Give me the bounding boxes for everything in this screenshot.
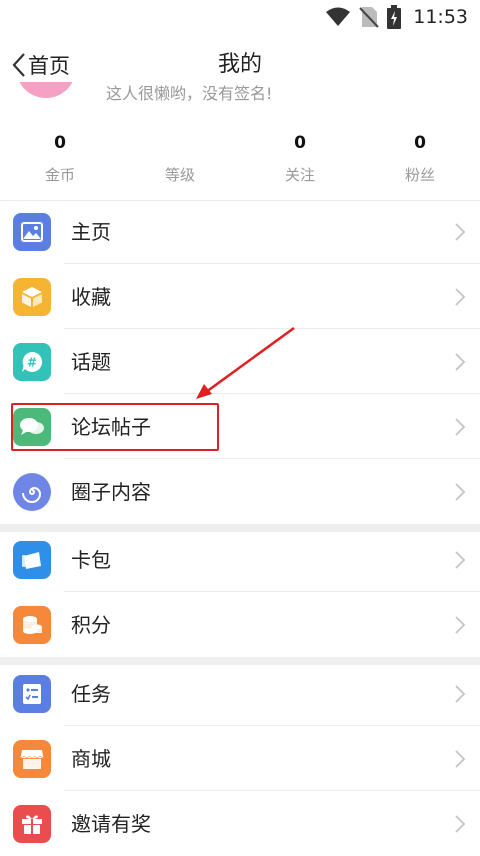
profile-section: 这人很懒哟，没有签名! <box>0 82 480 110</box>
chevron-right-icon <box>455 815 466 833</box>
gift-icon <box>13 805 51 843</box>
divider <box>64 790 480 791</box>
stat-coins[interactable]: 0 金币 <box>0 130 120 200</box>
menu-item-mall[interactable]: 商城 <box>0 727 480 791</box>
chevron-right-icon <box>455 750 466 768</box>
menu-item-homepage[interactable]: 主页 <box>0 200 480 264</box>
checklist-icon <box>13 675 51 713</box>
divider <box>64 591 480 592</box>
svg-text:#: # <box>27 356 37 370</box>
divider <box>64 263 480 264</box>
menu-item-tasks[interactable]: 任务 <box>0 662 480 726</box>
hashtag-bubble-icon: # <box>13 343 51 381</box>
chevron-right-icon <box>455 223 466 241</box>
battery-charging-icon <box>387 5 402 29</box>
menu-item-label: 话题 <box>71 350 111 374</box>
menu-item-label: 积分 <box>71 613 111 637</box>
stat-label: 关注 <box>284 166 315 184</box>
stat-following[interactable]: 0 关注 <box>240 130 360 200</box>
menu-item-circle-content[interactable]: 圈子内容 <box>0 460 480 524</box>
coins-icon <box>13 606 51 644</box>
divider <box>64 458 480 459</box>
image-icon <box>13 213 51 251</box>
stats-bar: 0 金币 等级 0 关注 0 粉丝 <box>0 130 480 200</box>
stat-label: 粉丝 <box>404 166 435 184</box>
chevron-right-icon <box>455 551 466 569</box>
no-sim-icon <box>359 7 379 28</box>
chevron-right-icon <box>455 483 466 501</box>
chevron-right-icon <box>455 616 466 634</box>
menu-item-invite-rewards[interactable]: 邀请有奖 <box>0 792 480 856</box>
divider <box>64 393 480 394</box>
page-title: 我的 <box>217 52 262 77</box>
menu-item-favorites[interactable]: 收藏 <box>0 265 480 329</box>
chevron-right-icon <box>455 353 466 371</box>
chevron-right-icon <box>455 418 466 436</box>
menu-item-label: 主页 <box>71 220 111 244</box>
annotation-highlight-box <box>11 403 219 451</box>
menu-item-label: 卡包 <box>71 548 111 572</box>
stat-value: 0 <box>414 133 426 153</box>
box-icon <box>13 278 51 316</box>
menu-item-label: 任务 <box>71 682 111 706</box>
divider <box>64 328 480 329</box>
menu-item-card-wallet[interactable]: 卡包 <box>0 528 480 592</box>
stat-level[interactable]: 等级 <box>120 130 240 200</box>
spiral-icon <box>13 473 51 511</box>
stat-fans[interactable]: 0 粉丝 <box>360 130 480 200</box>
stat-value: 0 <box>54 133 66 153</box>
wifi-icon <box>326 7 351 26</box>
divider <box>64 725 480 726</box>
stat-value <box>120 130 240 156</box>
stat-label: 金币 <box>44 166 75 184</box>
status-time: 11:53 <box>413 6 468 28</box>
status-icons: 11:53 <box>325 5 468 29</box>
menu-item-label: 邀请有奖 <box>71 812 151 836</box>
menu-item-label: 收藏 <box>71 285 111 309</box>
chevron-right-icon <box>455 685 466 703</box>
stat-label: 等级 <box>164 166 195 184</box>
chevron-right-icon <box>455 288 466 306</box>
menu-item-topics[interactable]: # 话题 <box>0 330 480 394</box>
store-icon <box>13 740 51 778</box>
stat-value: 0 <box>294 133 306 153</box>
avatar[interactable] <box>16 82 76 98</box>
profile-signature: 这人很懒哟，没有签名! <box>106 84 273 103</box>
menu-item-label: 商城 <box>71 747 111 771</box>
status-bar: 11:53 <box>0 0 480 34</box>
menu-item-label: 圈子内容 <box>71 480 151 504</box>
menu-item-points[interactable]: 积分 <box>0 593 480 657</box>
card-icon <box>13 541 51 579</box>
